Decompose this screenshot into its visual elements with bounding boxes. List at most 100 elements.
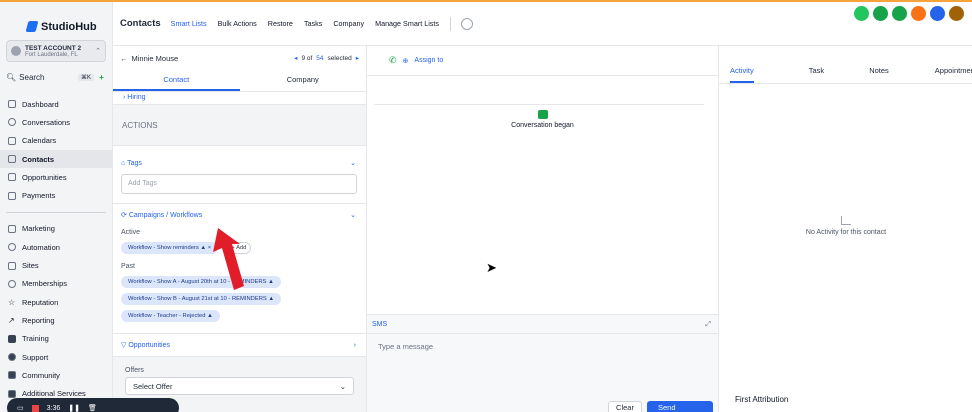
sidebar-item-calendars[interactable]: Calendars (0, 132, 112, 150)
search-label: Search (19, 72, 45, 82)
contact-bar: ← Minnie Mouse ◂ 9 of 54 selected ▸ (113, 46, 366, 70)
phone-icon[interactable]: ✆ (389, 55, 397, 66)
tab-restore[interactable]: Restore (268, 19, 293, 28)
campaigns-header[interactable]: ⟳ Campaigns / Workflows ⌄ (113, 204, 366, 226)
tags-input[interactable]: Add Tags (121, 174, 357, 194)
chip-label: Workflow - Teacher - Rejected (128, 313, 206, 319)
opportunities-icon (8, 173, 16, 182)
calendar-icon (8, 136, 16, 145)
sidebar-item-contacts[interactable]: Contacts (0, 149, 112, 169)
tab-smart-lists[interactable]: Smart Lists (171, 19, 207, 28)
offers-label: Offers (125, 367, 144, 374)
past-workflow-chip: Workflow - Show A - August 20th at 10 - … (121, 276, 281, 288)
tab-bulk-actions[interactable]: Bulk Actions (218, 19, 257, 28)
sidebar-item-conversations[interactable]: Conversations (0, 113, 112, 131)
sidebar-item-label: Automation (22, 242, 60, 252)
hiring-section[interactable]: › Hiring (113, 92, 366, 104)
tab-appointment[interactable]: Appointment (935, 61, 972, 83)
user-status-icon[interactable] (854, 6, 869, 21)
delete-icon[interactable]: 🗑︎ (88, 404, 97, 412)
annotation-arrow-icon (213, 228, 244, 290)
tab-task[interactable]: Task (809, 61, 824, 83)
chip-label: Workflow - Show reminders (128, 245, 199, 251)
pause-icon[interactable]: ❚❚ (68, 404, 80, 412)
logo-mark-icon (25, 21, 39, 32)
expand-icon[interactable]: ⤢ (705, 321, 711, 329)
close-icon[interactable]: × (208, 245, 211, 251)
clear-button[interactable]: Clear (608, 401, 642, 412)
conversation-toolbar: ✆ ⊕ Assign to (367, 46, 718, 76)
recording-time: 3:36 (46, 404, 61, 412)
tab-sms[interactable]: SMS (372, 321, 387, 328)
sidebar-item-label: Dashboard (22, 99, 59, 109)
sidebar-item-marketing[interactable]: Marketing (0, 220, 112, 238)
sidebar-item-reporting[interactable]: ↗ Reporting (0, 311, 112, 329)
recorder-toolbar: ▭ 3:36 ❚❚ 🗑︎ (7, 398, 179, 412)
sidebar-item-payments[interactable]: Payments (0, 186, 112, 204)
tab-activity[interactable]: Activity (730, 61, 754, 83)
tab-notes[interactable]: Notes (869, 61, 889, 83)
gear-icon[interactable] (461, 17, 473, 30)
activity-panel: Activity Task Notes Appointment No Activ… (718, 46, 972, 412)
active-workflow-chip[interactable]: Workflow - Show reminders ▲ × (121, 242, 219, 254)
sidebar-item-label: Opportunities (22, 172, 67, 182)
tab-manage-smart-lists[interactable]: Manage Smart Lists (375, 19, 439, 28)
avatar[interactable] (949, 6, 964, 21)
prev-icon[interactable]: ◂ (294, 54, 297, 62)
sidebar-item-label: Reporting (22, 315, 55, 325)
sidebar-item-sites[interactable]: Sites (0, 256, 112, 274)
send-button[interactable]: Send (647, 401, 713, 412)
search-bar[interactable]: 🔍︎ Search ⌘K + (6, 71, 106, 83)
offer-select[interactable]: Select Offer ⌄ (125, 377, 354, 395)
sidebar-item-automation[interactable]: Automation (0, 238, 112, 256)
send-icon (8, 224, 16, 233)
next-icon[interactable]: ▸ (356, 54, 359, 62)
pager-current: 9 of (301, 54, 313, 62)
sidebar-item-label: Reputation (22, 297, 59, 307)
tab-company[interactable]: Company (333, 19, 364, 28)
sidebar: StudioHub TEST ACCOUNT 2 Fort Lauderdale… (0, 2, 113, 412)
tags-header[interactable]: ⌂ Tags ⌄ (113, 152, 366, 174)
brand-name: StudioHub (41, 20, 97, 33)
sidebar-item-label: Payments (22, 191, 56, 201)
automation-icon (8, 243, 16, 252)
sidebar-divider (6, 211, 106, 213)
stop-record-icon[interactable] (31, 404, 39, 412)
sidebar-item-memberships[interactable]: Memberships (0, 275, 112, 293)
message-input[interactable]: Type a message (378, 342, 433, 351)
lock-icon: ▲ (207, 313, 213, 319)
header-divider (450, 16, 451, 31)
camera-icon[interactable]: ▭ (17, 404, 24, 412)
sidebar-item-reputation[interactable]: ☆ Reputation (0, 293, 112, 311)
bell-icon[interactable] (911, 6, 926, 21)
chart-icon (841, 216, 851, 225)
dashboard-icon (8, 100, 16, 109)
quick-add-icon[interactable]: + (97, 73, 106, 82)
tab-contact[interactable]: Contact (113, 70, 240, 91)
lock-icon: ▲ (268, 279, 274, 285)
sidebar-item-support[interactable]: Support (0, 348, 112, 366)
assign-button[interactable]: Assign to (414, 57, 443, 64)
contacts-icon (8, 155, 16, 164)
phone-icon[interactable] (873, 6, 888, 21)
workflow-icon: ⟳ (121, 212, 127, 219)
sidebar-item-dashboard[interactable]: Dashboard (0, 95, 112, 113)
tab-tasks[interactable]: Tasks (304, 19, 322, 28)
tab-company-detail[interactable]: Company (240, 70, 367, 91)
conversation-divider (374, 104, 704, 105)
past-workflow-chip: Workflow - Show B - August 21st at 10 - … (121, 293, 282, 305)
sidebar-item-community[interactable]: Community (0, 366, 112, 384)
past-workflow-chip: Workflow - Teacher - Rejected ▲ (121, 310, 220, 322)
account-name: TEST ACCOUNT 2 (25, 44, 82, 52)
back-arrow-icon[interactable]: ← (120, 54, 128, 63)
opportunities-header[interactable]: ▽ Opportunities › (113, 333, 366, 357)
logo[interactable]: StudioHub (0, 2, 112, 40)
help-icon[interactable] (930, 6, 945, 21)
account-switcher[interactable]: TEST ACCOUNT 2 Fort Lauderdale, FL ⌃ (6, 40, 106, 62)
megaphone-icon[interactable] (892, 6, 907, 21)
services-icon (8, 389, 16, 398)
sidebar-item-training[interactable]: Training (0, 330, 112, 348)
contact-tabs: Contact Company (113, 70, 366, 92)
sidebar-item-opportunities[interactable]: Opportunities (0, 168, 112, 186)
lock-icon: ▲ (268, 296, 275, 302)
